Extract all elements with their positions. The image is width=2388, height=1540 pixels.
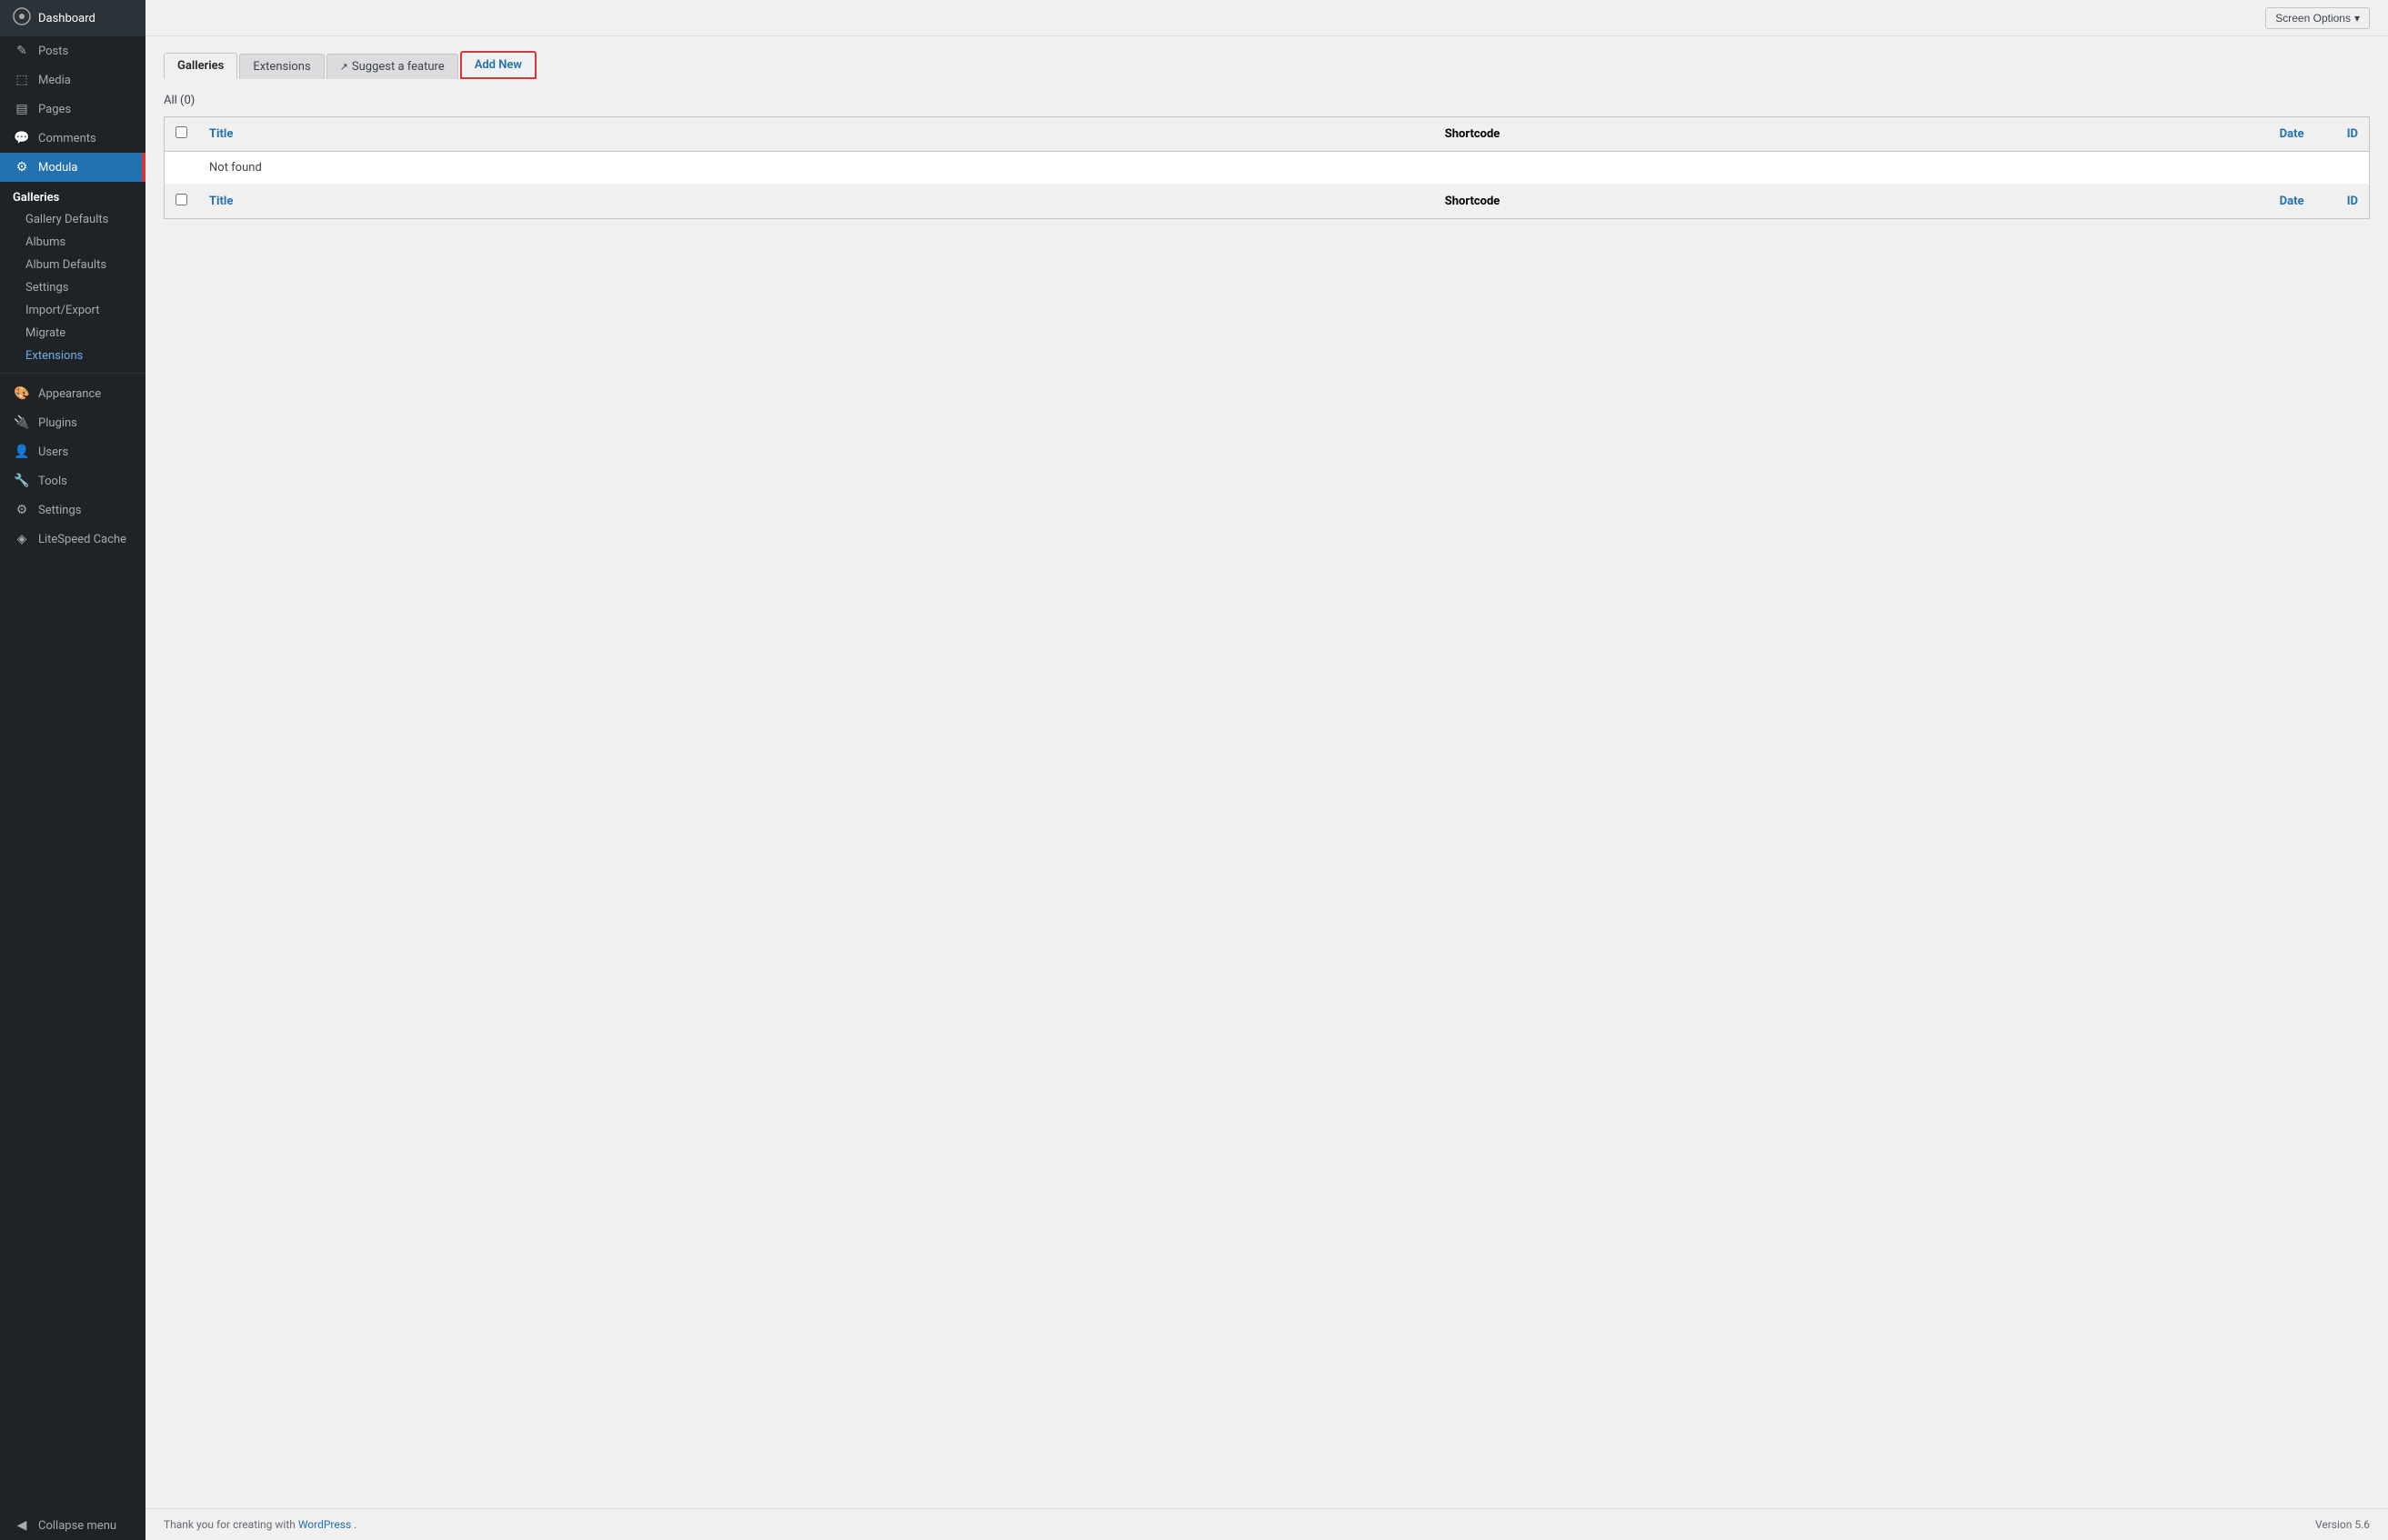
appearance-icon: 🎨: [13, 386, 31, 401]
screen-options-button[interactable]: Screen Options ▾: [2265, 7, 2370, 29]
sidebar-item-label: Pages: [38, 103, 71, 116]
table-head: Title Shortcode Date ID: [165, 117, 2370, 152]
topbar: Screen Options ▾: [145, 0, 2388, 36]
sidebar-item-modula[interactable]: ⚙ Modula: [0, 153, 145, 182]
wordpress-link[interactable]: WordPress: [298, 1518, 351, 1531]
external-link-icon: ↗: [340, 61, 348, 73]
sidebar-item-dashboard[interactable]: Dashboard: [0, 0, 145, 36]
sidebar-sub-album-defaults[interactable]: Album Defaults: [0, 254, 145, 276]
sidebar-item-collapse[interactable]: ◀ Collapse menu: [0, 1511, 145, 1540]
collapse-icon: ◀: [13, 1518, 31, 1533]
tfoot-shortcode: Shortcode: [1434, 185, 2206, 219]
main-content: Screen Options ▾ Galleries Extensions ↗ …: [145, 0, 2388, 1540]
comments-icon: 💬: [13, 131, 31, 145]
sidebar-item-litespeed[interactable]: ◈ LiteSpeed Cache: [0, 525, 145, 554]
pages-icon: ▤: [13, 102, 31, 116]
select-all-header[interactable]: [165, 117, 199, 152]
screen-options-label: Screen Options: [2275, 12, 2351, 25]
sidebar-item-plugins[interactable]: 🔌 Plugins: [0, 408, 145, 437]
tab-galleries[interactable]: Galleries: [164, 53, 237, 79]
select-all-footer-checkbox[interactable]: [176, 194, 187, 205]
sidebar-item-settings[interactable]: ⚙ Settings: [0, 495, 145, 525]
th-id[interactable]: ID: [2315, 117, 2370, 152]
gallery-table: Title Shortcode Date ID Not found Title: [164, 116, 2370, 219]
litespeed-icon: ◈: [13, 532, 31, 546]
table-row-empty: Not found: [165, 152, 2370, 185]
table-foot: Title Shortcode Date ID: [165, 185, 2370, 219]
tab-extensions[interactable]: Extensions: [239, 54, 324, 79]
tools-icon: 🔧: [13, 474, 31, 488]
sidebar-item-appearance[interactable]: 🎨 Appearance: [0, 379, 145, 408]
sidebar-item-label: Users: [38, 445, 68, 459]
sidebar-item-label: Tools: [38, 475, 67, 488]
tfoot-date[interactable]: Date: [2206, 185, 2315, 219]
sidebar-item-label: Posts: [38, 45, 68, 58]
content-area: Galleries Extensions ↗ Suggest a feature…: [145, 36, 2388, 1508]
empty-cb: [165, 152, 199, 185]
sidebar-item-label: Media: [38, 74, 71, 87]
posts-icon: ✎: [13, 44, 31, 58]
media-icon: ⬚: [13, 73, 31, 87]
th-title[interactable]: Title: [198, 117, 1434, 152]
empty-message: Not found: [198, 152, 2370, 185]
sidebar-item-label: Plugins: [38, 416, 77, 430]
modula-section-header: Galleries: [0, 182, 145, 208]
tabs-row: Galleries Extensions ↗ Suggest a feature…: [164, 51, 2370, 79]
tfoot-title[interactable]: Title: [198, 185, 1434, 219]
sidebar-sub-settings[interactable]: Settings: [0, 276, 145, 299]
page-footer: Thank you for creating with WordPress . …: [145, 1508, 2388, 1540]
sidebar-item-comments[interactable]: 💬 Comments: [0, 124, 145, 153]
tfoot-id[interactable]: ID: [2315, 185, 2370, 219]
sidebar-item-tools[interactable]: 🔧 Tools: [0, 466, 145, 495]
sidebar: Dashboard ✎ Posts ⬚ Media ▤ Pages 💬 Comm…: [0, 0, 145, 1540]
tab-suggest[interactable]: ↗ Suggest a feature: [326, 54, 458, 79]
sidebar-sub-gallery-defaults[interactable]: Gallery Defaults: [0, 208, 145, 231]
filter-row: All (0): [164, 94, 2370, 107]
table-header-row: Title Shortcode Date ID: [165, 117, 2370, 152]
sidebar-item-label: Settings: [38, 504, 81, 517]
sidebar-sub-migrate[interactable]: Migrate: [0, 322, 145, 345]
sidebar-item-posts[interactable]: ✎ Posts: [0, 36, 145, 65]
sidebar-item-users[interactable]: 👤 Users: [0, 437, 145, 466]
sidebar-item-label: LiteSpeed Cache: [38, 533, 126, 546]
filter-all-label[interactable]: All: [164, 94, 177, 107]
sidebar-item-label: Comments: [38, 132, 96, 145]
dashboard-icon: [13, 7, 31, 29]
table-body: Not found: [165, 152, 2370, 185]
filter-count: (0): [180, 94, 195, 107]
footer-version: Version 5.6: [2315, 1518, 2370, 1531]
sidebar-sub-albums[interactable]: Albums: [0, 231, 145, 254]
th-shortcode: Shortcode: [1434, 117, 2206, 152]
modula-icon: ⚙: [13, 160, 31, 175]
select-all-footer[interactable]: [165, 185, 199, 219]
thank-you-text: Thank you for creating with: [164, 1518, 298, 1531]
sidebar-item-label: Modula: [38, 161, 78, 175]
table-footer-row: Title Shortcode Date ID: [165, 185, 2370, 219]
th-date[interactable]: Date: [2206, 117, 2315, 152]
settings-icon: ⚙: [13, 503, 31, 517]
tab-add-new[interactable]: Add New: [460, 51, 537, 79]
chevron-down-icon: ▾: [2354, 12, 2360, 25]
select-all-checkbox[interactable]: [176, 126, 187, 138]
plugins-icon: 🔌: [13, 415, 31, 430]
sidebar-sub-extensions[interactable]: Extensions: [0, 345, 145, 367]
sidebar-item-label: Appearance: [38, 387, 101, 401]
users-icon: 👤: [13, 445, 31, 459]
sidebar-sub-import-export[interactable]: Import/Export: [0, 299, 145, 322]
footer-left: Thank you for creating with WordPress .: [164, 1518, 356, 1531]
sidebar-item-label: Collapse menu: [38, 1519, 116, 1533]
sidebar-item-media[interactable]: ⬚ Media: [0, 65, 145, 95]
sidebar-item-label: Dashboard: [38, 12, 95, 25]
sidebar-item-pages[interactable]: ▤ Pages: [0, 95, 145, 124]
